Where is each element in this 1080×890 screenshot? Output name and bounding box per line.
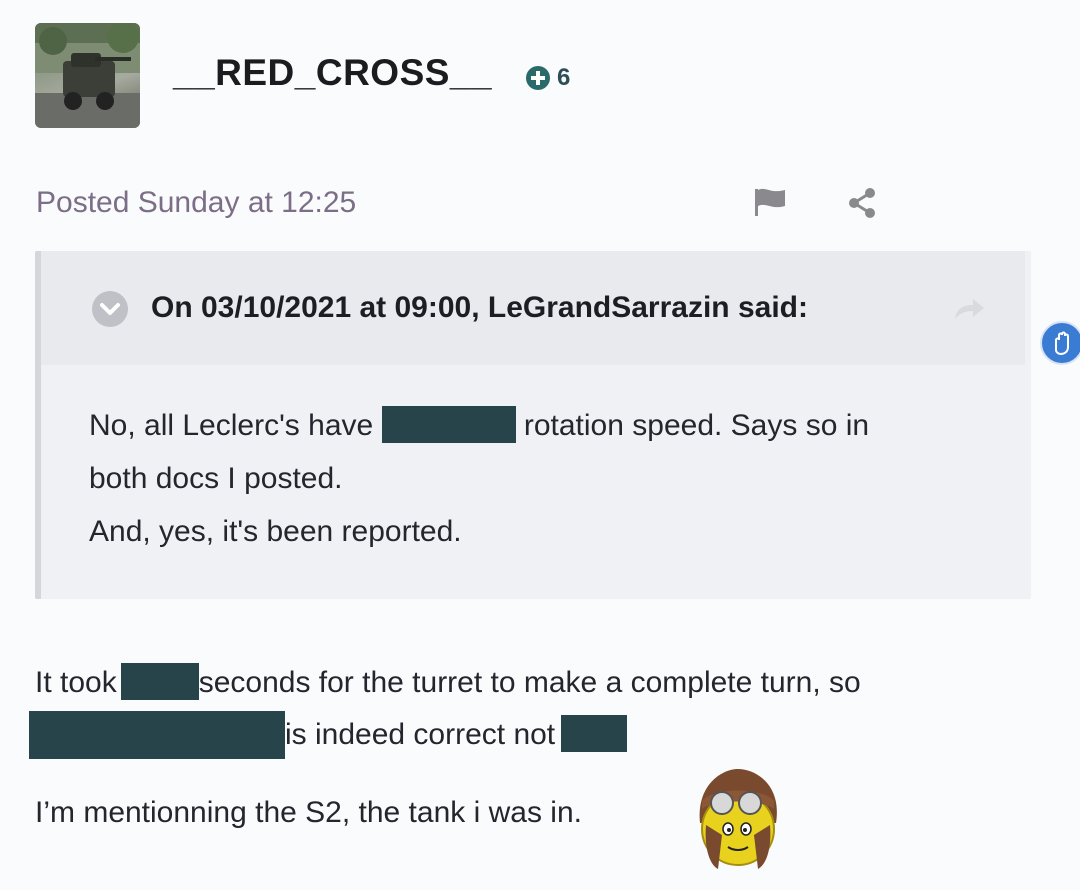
body-line-3: I’m mentionning the S2, the tank i was i…: [35, 796, 582, 829]
body-line-1-end: seconds for the turret to make a complet…: [198, 666, 861, 699]
author-avatar[interactable]: [35, 23, 140, 128]
plus-circle-icon: [526, 66, 550, 90]
tank-avatar-icon: [35, 23, 140, 128]
quote-citation: On 03/10/2021 at 09:00, LeGrandSarrazin …: [151, 291, 808, 324]
quote-text: No, all Leclerc's have rotation speed. S…: [89, 399, 1009, 558]
redacted-block: [120, 662, 199, 700]
body-line-1-start: It took: [35, 666, 117, 699]
quote-line-1-start: No, all Leclerc's have: [89, 409, 382, 442]
hand-icon: [1055, 331, 1069, 356]
body-line-2: is indeed correct not: [29, 710, 628, 760]
share-icon[interactable]: [846, 186, 878, 220]
quote-line-1: No, all Leclerc's have rotation speed. S…: [89, 399, 1009, 452]
quote-line-1-end: rotation speed. Says so in: [515, 409, 870, 442]
author-username[interactable]: __RED_CROSS__: [173, 52, 492, 94]
quote-line-2: both docs I posted.: [89, 462, 343, 495]
body-line-2-middle: is indeed correct not: [285, 718, 556, 751]
quote-line-3: And, yes, it's been reported.: [89, 515, 462, 548]
chevron-down-icon[interactable]: [91, 290, 129, 328]
floating-action-button[interactable]: [1040, 321, 1080, 365]
post-timestamp[interactable]: Posted Sunday at 12:25: [36, 186, 356, 220]
quote-header: On 03/10/2021 at 09:00, LeGrandSarrazin …: [41, 251, 1025, 365]
aviator-smiley-icon: [699, 769, 777, 869]
redacted-block: [561, 714, 628, 752]
redacted-block: [381, 405, 516, 443]
go-to-quote-arrow-icon[interactable]: [951, 295, 987, 323]
flag-icon[interactable]: [752, 186, 788, 218]
reputation-badge: 6: [525, 64, 570, 92]
quote-block: On 03/10/2021 at 09:00, LeGrandSarrazin …: [35, 251, 1031, 599]
reputation-count: 6: [557, 64, 571, 91]
redacted-block: [29, 711, 285, 760]
body-line-1: It took seconds for the turret to make a …: [35, 658, 861, 708]
